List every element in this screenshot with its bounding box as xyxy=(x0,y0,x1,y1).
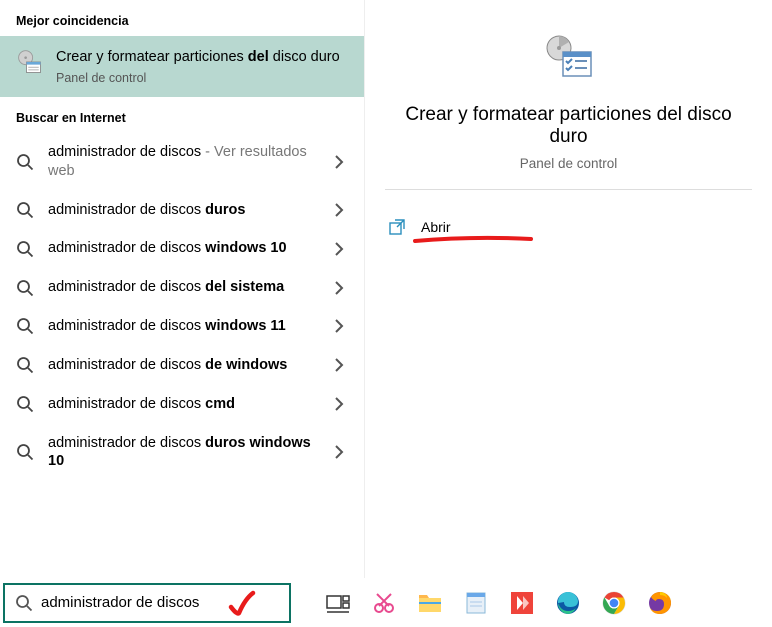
suggestion-item[interactable]: administrador de discos cmd xyxy=(0,385,364,424)
search-icon xyxy=(16,443,34,461)
taskbar xyxy=(0,578,772,627)
chevron-right-icon xyxy=(330,395,348,413)
search-icon xyxy=(15,594,33,612)
open-action[interactable]: Abrir xyxy=(385,208,752,246)
suggestion-text: administrador de discos de windows xyxy=(48,356,316,375)
suggestion-text: administrador de discos duros xyxy=(48,201,316,220)
detail-title: Crear y formatear particiones del disco … xyxy=(385,104,752,148)
suggestion-item[interactable]: administrador de discos del sistema xyxy=(0,268,364,307)
disk-partition-icon xyxy=(543,30,595,82)
chevron-right-icon xyxy=(330,153,348,171)
chevron-right-icon xyxy=(330,317,348,335)
annotation-underline xyxy=(413,234,533,246)
suggestion-text: administrador de discos - Ver resultados… xyxy=(48,143,316,181)
search-icon xyxy=(16,201,34,219)
chevron-right-icon xyxy=(330,201,348,219)
suggestion-item[interactable]: administrador de discos duros windows 10 xyxy=(0,424,364,482)
suggestion-item[interactable]: administrador de discos windows 11 xyxy=(0,307,364,346)
open-label: Abrir xyxy=(421,219,451,235)
suggestion-text: administrador de discos del sistema xyxy=(48,278,316,297)
suggestion-item[interactable]: administrador de discos duros xyxy=(0,191,364,230)
suggestion-item[interactable]: administrador de discos windows 10 xyxy=(0,229,364,268)
chevron-right-icon xyxy=(330,443,348,461)
annotation-checkmark xyxy=(227,589,261,619)
section-best-match: Mejor coincidencia xyxy=(0,0,364,36)
suggestion-text: administrador de discos windows 10 xyxy=(48,239,316,258)
search-box[interactable] xyxy=(3,583,291,623)
notepad-icon[interactable] xyxy=(461,588,491,618)
suggestion-text: administrador de discos cmd xyxy=(48,395,316,414)
suggestion-text: administrador de discos windows 11 xyxy=(48,317,316,336)
search-icon xyxy=(16,395,34,413)
best-match-title: Crear y formatear particiones del disco … xyxy=(56,48,348,67)
search-icon xyxy=(16,317,34,335)
suggestion-text: administrador de discos duros windows 10 xyxy=(48,434,316,472)
best-match-subtitle: Panel de control xyxy=(56,71,348,85)
search-results-panel: Mejor coincidencia Crear y formatear par… xyxy=(0,0,365,578)
divider xyxy=(385,189,752,190)
edge-icon[interactable] xyxy=(553,588,583,618)
chevron-right-icon xyxy=(330,279,348,297)
chevron-right-icon xyxy=(330,240,348,258)
search-icon xyxy=(16,356,34,374)
task-view-button[interactable] xyxy=(323,588,353,618)
section-internet: Buscar en Internet xyxy=(0,97,364,133)
anydesk-icon[interactable] xyxy=(507,588,537,618)
best-match-item[interactable]: Crear y formatear particiones del disco … xyxy=(0,36,364,97)
detail-subtitle: Panel de control xyxy=(385,156,752,171)
detail-panel: Crear y formatear particiones del disco … xyxy=(365,0,772,578)
chrome-icon[interactable] xyxy=(599,588,629,618)
chevron-right-icon xyxy=(330,356,348,374)
suggestion-item[interactable]: administrador de discos de windows xyxy=(0,346,364,385)
disk-partition-icon xyxy=(16,48,44,76)
search-icon xyxy=(16,279,34,297)
file-explorer-icon[interactable] xyxy=(415,588,445,618)
open-icon xyxy=(389,218,407,236)
search-icon xyxy=(16,240,34,258)
search-icon xyxy=(16,153,34,171)
firefox-icon[interactable] xyxy=(645,588,675,618)
snip-sketch-icon[interactable] xyxy=(369,588,399,618)
suggestion-item[interactable]: administrador de discos - Ver resultados… xyxy=(0,133,364,191)
